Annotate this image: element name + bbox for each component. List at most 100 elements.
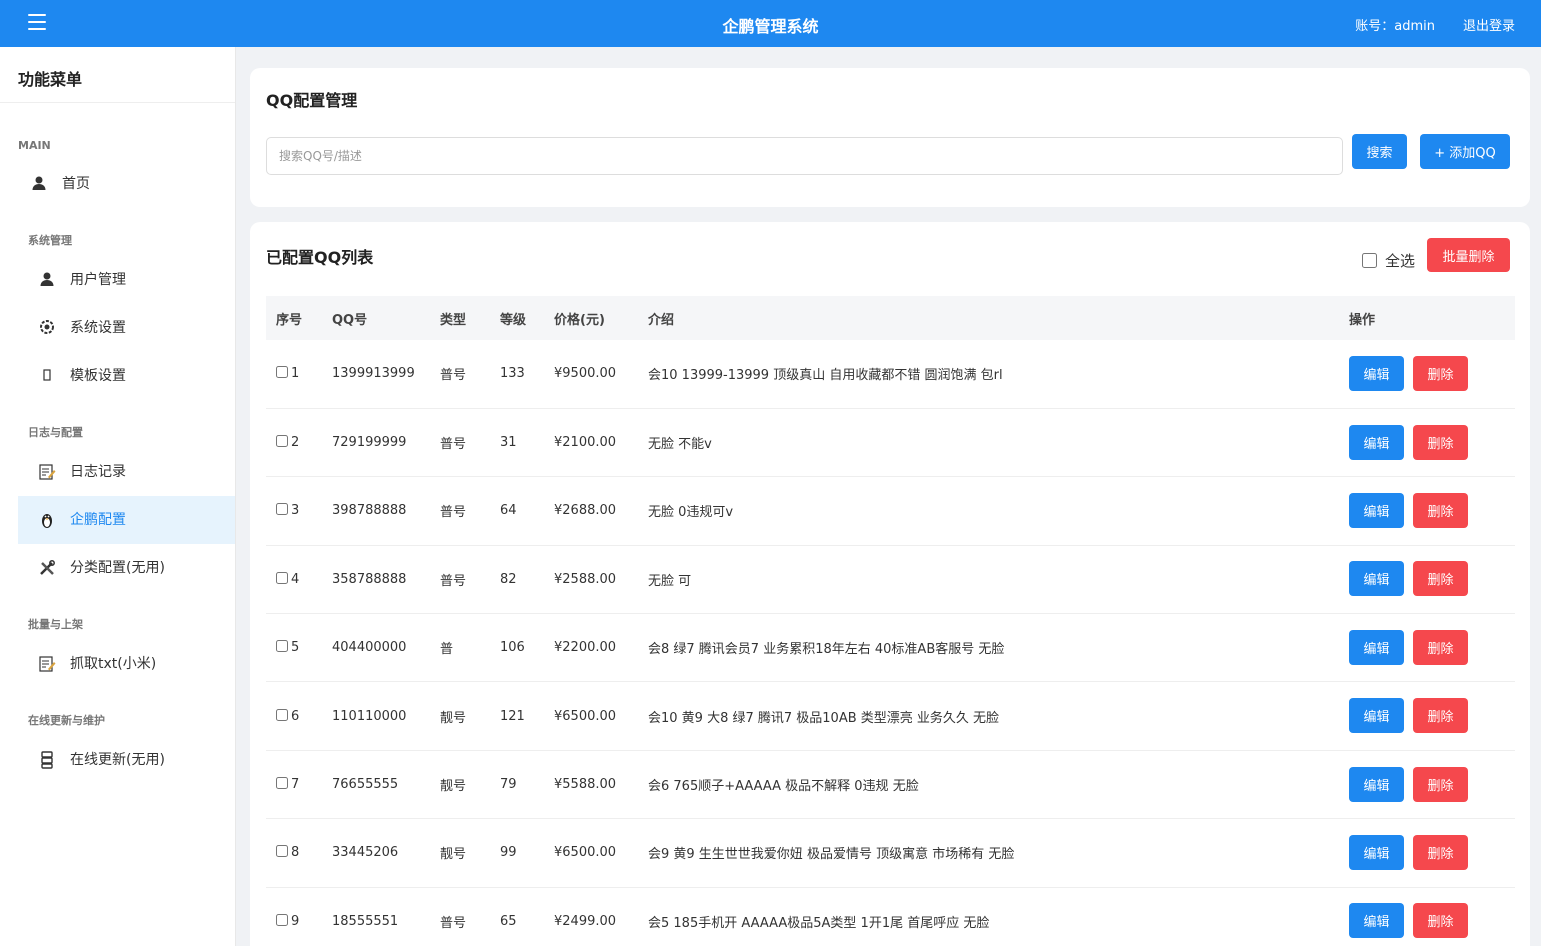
qq-intro: 无脸 不能v — [648, 437, 712, 453]
delete-button[interactable]: 删除 — [1413, 834, 1468, 870]
qq-number: 358788888 — [332, 571, 407, 587]
row-index: 6 — [291, 708, 300, 724]
row-checkbox[interactable] — [276, 845, 288, 858]
qq-level: 79 — [500, 777, 517, 793]
sidebar-item-label: 日志记录 — [70, 464, 126, 480]
table-row: 1 1399913999 普号 133 ¥9500.00 会10 13999-13999 … — [266, 340, 1515, 409]
row-checkbox[interactable] — [276, 366, 288, 379]
gear-icon — [38, 319, 56, 337]
qq-price: ¥2200.00 — [554, 640, 617, 656]
table-row: 2 729199999 普号 31 ¥2100.00 无脸 不能v 编辑 删除 — [266, 408, 1515, 477]
delete-button[interactable]: 删除 — [1413, 492, 1468, 528]
search-button[interactable]: 搜索 — [1352, 134, 1407, 169]
table-row: 8 33445206 靓号 99 ¥6500.00 会9 黄9 生生世世我爱你妞 极品爱情… — [266, 819, 1515, 888]
qq-level: 64 — [500, 503, 517, 519]
qq-intro: 会10 黄9 大8 绿7 腾讯7 极品10AB 类型漂亮 业务久久 无脸 — [648, 710, 1000, 726]
table-row: 5 404400000 普 106 ¥2200.00 会8 绿7 腾讯会员7 业务累积18… — [266, 614, 1515, 682]
row-index-cell: 8 — [266, 819, 332, 887]
row-checkbox[interactable] — [276, 913, 288, 926]
row-checkbox[interactable] — [276, 571, 288, 584]
select-all[interactable]: 全选 — [1362, 250, 1415, 271]
row-checkbox[interactable] — [276, 777, 288, 790]
delete-button[interactable]: 删除 — [1413, 903, 1468, 939]
edit-button[interactable]: 编辑 — [1349, 561, 1404, 597]
row-actions: 编辑 删除 — [1349, 887, 1515, 946]
search-input[interactable] — [266, 137, 1343, 175]
qq-number: 33445206 — [332, 845, 399, 861]
sidebar-item-label: 首页 — [62, 176, 90, 192]
delete-button[interactable]: 删除 — [1413, 766, 1468, 802]
row-index-cell: 4 — [266, 545, 332, 613]
edit-button[interactable]: 编辑 — [1349, 492, 1404, 528]
sidebar-item-label: 企鹏配置 — [70, 512, 126, 528]
sidebar-item-home[interactable]: 首页 — [0, 160, 235, 208]
top-bar: 企鹏管理系统 账号：admin 退出登录 — [0, 0, 1541, 47]
list-title: 已配置QQ列表 — [266, 248, 374, 267]
row-index-cell: 1 — [266, 340, 332, 408]
sidebar-item-label: 在线更新(无用) — [70, 752, 165, 768]
sidebar-item-label: 系统设置 — [70, 320, 126, 336]
row-checkbox[interactable] — [276, 640, 288, 653]
qq-type: 普号 — [440, 368, 467, 384]
column-header: 类型 — [440, 312, 467, 328]
row-actions: 编辑 删除 — [1349, 750, 1515, 818]
qq-intro: 会10 13999-13999 顶级真山 自用收藏都不错 圆润饱满 包rl — [648, 368, 1003, 384]
edit-button[interactable]: 编辑 — [1349, 355, 1404, 391]
edit-button[interactable]: 编辑 — [1349, 903, 1404, 939]
tools-icon — [38, 559, 56, 577]
sidebar-item-category-config[interactable]: 分类配置(无用) — [18, 544, 235, 592]
row-actions: 编辑 删除 — [1349, 819, 1515, 887]
row-actions: 编辑 删除 — [1349, 614, 1515, 682]
edit-button[interactable]: 编辑 — [1349, 629, 1404, 665]
delete-button[interactable]: 删除 — [1413, 629, 1468, 665]
delete-button[interactable]: 删除 — [1413, 424, 1468, 460]
edit-button[interactable]: 编辑 — [1349, 766, 1404, 802]
qq-price: ¥9500.00 — [554, 366, 617, 382]
row-index: 8 — [291, 845, 300, 861]
edit-button[interactable]: 编辑 — [1349, 698, 1404, 734]
qq-price: ¥2688.00 — [554, 503, 617, 519]
edit-button[interactable]: 编辑 — [1349, 424, 1404, 460]
sidebar-item-fetch-txt[interactable]: 抓取txt(小米) — [18, 640, 235, 688]
edit-button[interactable]: 编辑 — [1349, 834, 1404, 870]
sidebar-item-penguin-config[interactable]: 企鹏配置 — [18, 496, 235, 544]
sidebar-item-template-settings[interactable]: 模板设置 — [18, 352, 235, 400]
qq-type: 普号 — [440, 505, 467, 521]
qq-intro: 会5 185手机开 AAAAA极品5A类型 1开1尾 首尾呼应 无脸 — [648, 915, 990, 931]
user-icon — [30, 175, 48, 193]
section-label-main: MAIN — [18, 139, 51, 152]
delete-button[interactable]: 删除 — [1413, 561, 1468, 597]
row-checkbox[interactable] — [276, 503, 288, 516]
row-checkbox[interactable] — [276, 435, 288, 448]
row-index: 2 — [291, 435, 300, 451]
select-all-checkbox[interactable] — [1362, 253, 1377, 268]
server-icon — [38, 751, 56, 769]
qq-level: 99 — [500, 845, 517, 861]
account-label: 账号：admin — [1355, 19, 1435, 34]
sidebar-item-online-update[interactable]: 在线更新(无用) — [18, 736, 235, 784]
delete-button[interactable]: 删除 — [1413, 698, 1468, 734]
sidebar-item-users[interactable]: 用户管理 — [18, 256, 235, 304]
qq-level: 121 — [500, 708, 525, 724]
delete-button[interactable]: 删除 — [1413, 355, 1468, 391]
batch-delete-button[interactable]: 批量删除 — [1427, 238, 1510, 272]
logout-link[interactable]: 退出登录 — [1463, 15, 1515, 34]
table-row: 7 76655555 靓号 79 ¥5588.00 会6 765顺子+AAAAA 极品不解… — [266, 750, 1515, 819]
row-index: 1 — [291, 366, 300, 382]
sidebar-item-logs[interactable]: 日志记录 — [18, 448, 235, 496]
template-icon — [38, 367, 56, 385]
section-label-update: 在线更新与维护 — [28, 714, 105, 727]
sidebar-item-label: 用户管理 — [70, 272, 126, 288]
qq-type: 普号 — [440, 915, 467, 931]
row-index-cell: 5 — [266, 614, 332, 682]
column-header: 操作 — [1349, 312, 1376, 328]
add-qq-button[interactable]: + 添加QQ — [1420, 134, 1510, 169]
qq-price: ¥2100.00 — [554, 435, 617, 451]
sidebar-item-system-settings[interactable]: 系统设置 — [18, 304, 235, 352]
qq-type: 靓号 — [440, 710, 467, 726]
row-index: 5 — [291, 640, 300, 656]
row-checkbox[interactable] — [276, 708, 288, 721]
page-title: QQ配置管理 — [266, 91, 358, 110]
row-index: 9 — [291, 913, 300, 929]
table-row: 9 18555551 普号 65 ¥2499.00 会5 185手机开 AAAAA极品5A… — [266, 887, 1515, 946]
